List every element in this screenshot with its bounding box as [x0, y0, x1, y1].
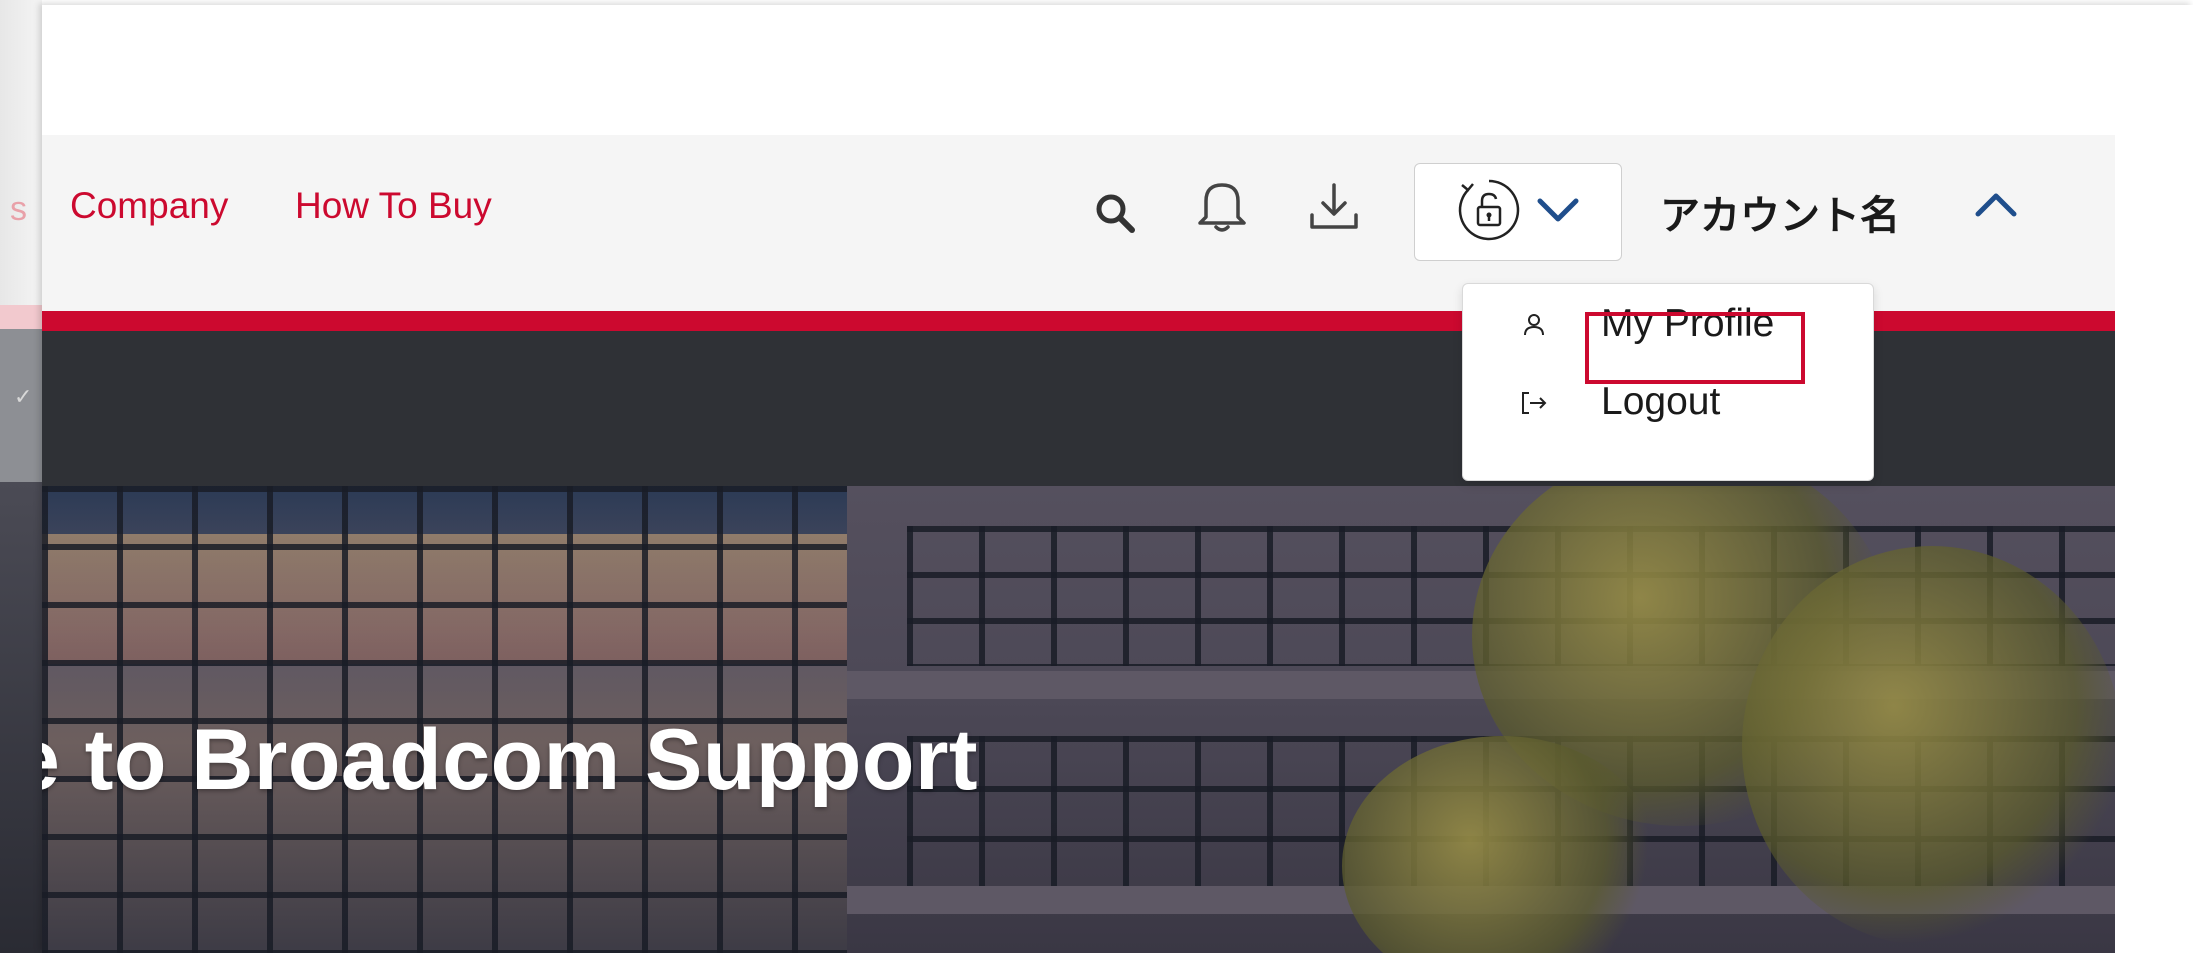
menu-item-logout[interactable]: Logout — [1463, 368, 1873, 438]
hero-banner: e to Broadcom Support — [42, 486, 2115, 953]
tree-foliage — [1742, 546, 2115, 946]
chevron-up-icon[interactable] — [1974, 190, 2018, 225]
check-icon: ✓ — [14, 384, 33, 409]
ghost-dark-band: ✓ — [0, 329, 42, 482]
user-icon — [1519, 310, 1549, 340]
download-icon[interactable] — [1304, 177, 1364, 237]
ghost-hero — [0, 482, 42, 953]
browser-page: Company How To Buy アカウント名 e to Broadcom … — [42, 5, 2193, 953]
account-name-label[interactable]: アカウント名 — [1660, 183, 1900, 241]
bell-icon[interactable] — [1192, 175, 1252, 235]
menu-item-my-profile[interactable]: My Profile — [1463, 290, 1873, 360]
chevron-down-icon — [1536, 195, 1580, 230]
ghost-red-band — [0, 305, 42, 329]
account-dropdown-menu: My Profile Logout — [1462, 283, 1874, 481]
security-selector-button[interactable] — [1414, 163, 1622, 261]
menu-item-label: Logout — [1601, 380, 1721, 423]
menu-item-label: My Profile — [1601, 302, 1775, 345]
background-blur-strip: s ✓ — [0, 0, 42, 953]
nav-link-company[interactable]: Company — [70, 185, 228, 227]
unlock-icon — [1456, 177, 1522, 248]
nav-link-how-to-buy[interactable]: How To Buy — [295, 185, 492, 227]
logout-icon — [1519, 388, 1549, 418]
search-icon[interactable] — [1085, 183, 1145, 243]
hero-title: e to Broadcom Support — [42, 712, 979, 808]
screenshot-stage: s ✓ Company How To Buy アカウント名 e to Broad… — [0, 0, 2193, 953]
partial-nav-link: s — [10, 190, 27, 228]
